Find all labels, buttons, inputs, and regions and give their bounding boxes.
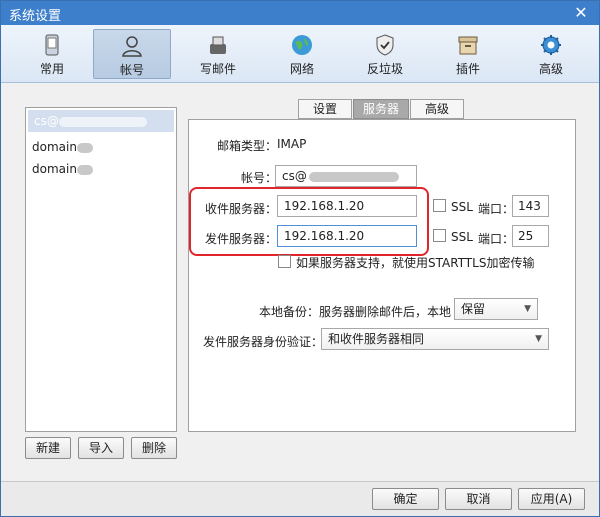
incoming-server-label: 收件服务器： — [205, 202, 278, 216]
incoming-port-input[interactable]: 143 — [512, 195, 549, 217]
outgoing-port-label: 端口： — [478, 232, 515, 246]
redacted-text — [76, 142, 93, 153]
redacted-text — [308, 171, 399, 182]
auth-select-value: 和收件服务器相同 — [328, 332, 425, 346]
account-name: domain — [32, 140, 77, 154]
cancel-button[interactable]: 取消 — [445, 488, 512, 510]
account-list: cs@ domain domain — [25, 107, 177, 432]
chevron-down-icon: ▼ — [524, 304, 531, 314]
account-list-item[interactable]: cs@ — [28, 110, 174, 132]
outgoing-server-label: 发件服务器： — [205, 232, 278, 246]
auth-label: 发件服务器身份验证： — [203, 335, 324, 349]
tab-advanced[interactable]: 高级 — [410, 99, 464, 119]
mailbox-type-label: 邮箱类型： — [217, 139, 278, 153]
outgoing-ssl-label: SSL — [451, 230, 473, 244]
account-field-value: cs@ — [282, 169, 307, 183]
tab-server[interactable]: 服务器 — [353, 99, 409, 119]
account-list-item[interactable]: domain — [26, 136, 176, 158]
toolbar-item-network[interactable]: 网络 — [263, 29, 341, 79]
toolbar-item-account[interactable]: 帐号 — [93, 29, 171, 79]
incoming-ssl-label: SSL — [451, 200, 473, 214]
incoming-port-label: 端口： — [478, 202, 515, 216]
toolbar-label-account: 帐号 — [119, 63, 144, 77]
auth-select[interactable]: 和收件服务器相同 ▼ — [321, 328, 549, 350]
plugin-icon — [458, 36, 478, 55]
apply-button[interactable]: 应用(A) — [518, 488, 585, 510]
starttls-label: 如果服务器支持，就使用STARTTLS加密传输 — [296, 256, 535, 270]
backup-select-value: 保留 — [461, 302, 486, 316]
backup-description: 服务器删除邮件后，本地 — [319, 305, 452, 319]
toolbar: 常用 帐号 写邮件 网络 反垃圾 插件 高级 — [1, 25, 599, 83]
account-field[interactable]: cs@ — [275, 165, 417, 187]
toolbar-label-network: 网络 — [289, 62, 314, 76]
new-account-button[interactable]: 新建 — [25, 437, 71, 459]
compose-icon — [210, 36, 226, 54]
account-name: cs@ — [34, 114, 59, 128]
globe-icon — [292, 35, 312, 55]
title-bar: 系统设置 ✕ — [1, 1, 599, 25]
account-label: 帐号： — [241, 171, 278, 185]
toolbar-item-advanced[interactable]: 高级 — [512, 29, 590, 79]
toolbar-label-compose: 写邮件 — [199, 62, 236, 76]
account-list-item[interactable]: domain — [26, 158, 176, 180]
phone-icon — [45, 34, 59, 56]
toolbar-item-compose[interactable]: 写邮件 — [179, 29, 257, 79]
toolbar-item-antispam[interactable]: 反垃圾 — [346, 29, 424, 79]
outgoing-ssl-checkbox[interactable] — [433, 229, 446, 242]
shield-icon — [376, 34, 394, 56]
incoming-ssl-checkbox[interactable] — [433, 199, 446, 212]
redacted-text — [58, 116, 147, 127]
outgoing-port-input[interactable]: 25 — [512, 225, 549, 247]
toolbar-label-general: 常用 — [39, 62, 64, 76]
toolbar-label-plugin: 插件 — [455, 62, 480, 76]
toolbar-label-antispam: 反垃圾 — [366, 62, 403, 76]
window-title: 系统设置 — [9, 9, 62, 24]
gear-icon — [541, 35, 561, 55]
chevron-down-icon: ▼ — [535, 334, 542, 344]
starttls-checkbox[interactable] — [278, 255, 291, 268]
account-name: domain — [32, 162, 77, 176]
close-icon[interactable]: ✕ — [571, 3, 591, 23]
toolbar-label-advanced: 高级 — [538, 62, 563, 76]
incoming-server-input[interactable]: 192.168.1.20 — [277, 195, 417, 217]
mailbox-type-value: IMAP — [277, 137, 307, 151]
ok-button[interactable]: 确定 — [372, 488, 439, 510]
delete-account-button[interactable]: 删除 — [131, 437, 177, 459]
backup-label: 本地备份： — [259, 305, 320, 319]
import-account-button[interactable]: 导入 — [78, 437, 124, 459]
outgoing-server-input[interactable]: 192.168.1.20 — [277, 225, 417, 247]
backup-select[interactable]: 保留 ▼ — [454, 298, 538, 320]
toolbar-item-plugin[interactable]: 插件 — [429, 29, 507, 79]
user-icon — [122, 36, 142, 57]
settings-window: 系统设置 ✕ 常用 帐号 写邮件 网络 反垃圾 插件 高级 cs@ domain… — [0, 0, 600, 517]
redacted-text — [76, 164, 93, 175]
tab-settings[interactable]: 设置 — [298, 99, 352, 119]
toolbar-item-general[interactable]: 常用 — [13, 29, 91, 79]
